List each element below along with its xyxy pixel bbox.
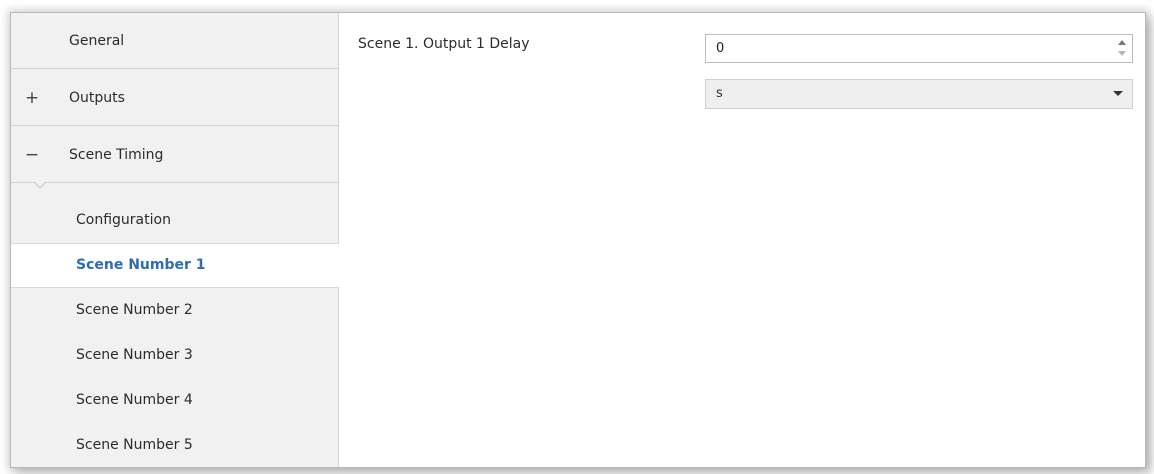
sidebar-item-label: Scene Timing — [69, 147, 164, 163]
expanded-pointer-icon — [33, 181, 47, 189]
sidebar-subitem-label: Scene Number 3 — [76, 347, 193, 363]
sidebar-item-label: General — [69, 33, 125, 49]
delay-label: Scene 1. Output 1 Delay — [358, 36, 530, 52]
sidebar-subitem-scene-number-3[interactable]: Scene Number 3 — [11, 333, 338, 378]
window-frame: General + Outputs − Scene Timing Configu… — [10, 12, 1146, 468]
sidebar-item-label: Outputs — [69, 90, 125, 106]
sidebar-subitem-scene-number-5[interactable]: Scene Number 5 — [11, 423, 338, 467]
sidebar-subitem-label: Scene Number 4 — [76, 392, 193, 408]
sidebar-item-general[interactable]: General — [11, 13, 338, 69]
sidebar-subitem-configuration[interactable]: Configuration — [11, 198, 338, 243]
sidebar-subitem-label: Scene Number 5 — [76, 437, 193, 453]
delay-unit-select[interactable]: s — [705, 79, 1133, 109]
decrement-arrow-icon[interactable] — [1118, 51, 1126, 56]
stepper-arrows[interactable] — [1116, 38, 1128, 59]
delay-stepper[interactable] — [705, 34, 1133, 63]
sidebar-subitem-label: Scene Number 1 — [76, 257, 206, 273]
sidebar-item-scene-timing[interactable]: − Scene Timing — [11, 127, 338, 183]
chevron-down-icon — [1113, 91, 1123, 96]
sidebar-subitem-scene-number-1[interactable]: Scene Number 1 — [11, 243, 339, 288]
plus-icon[interactable]: + — [24, 70, 40, 126]
sidebar-subitem-scene-number-4[interactable]: Scene Number 4 — [11, 378, 338, 423]
sidebar-subitem-scene-number-2[interactable]: Scene Number 2 — [11, 288, 338, 333]
delay-unit-value: s — [716, 86, 723, 101]
minus-icon[interactable]: − — [24, 127, 40, 183]
delay-input[interactable] — [706, 35, 1106, 62]
sidebar-subitem-label: Scene Number 2 — [76, 302, 193, 318]
sidebar-subitem-label: Configuration — [76, 212, 171, 228]
sidebar: General + Outputs − Scene Timing Configu… — [11, 13, 339, 467]
sidebar-item-outputs[interactable]: + Outputs — [11, 70, 338, 126]
sidebar-divider — [338, 13, 339, 467]
increment-arrow-icon[interactable] — [1118, 40, 1126, 45]
